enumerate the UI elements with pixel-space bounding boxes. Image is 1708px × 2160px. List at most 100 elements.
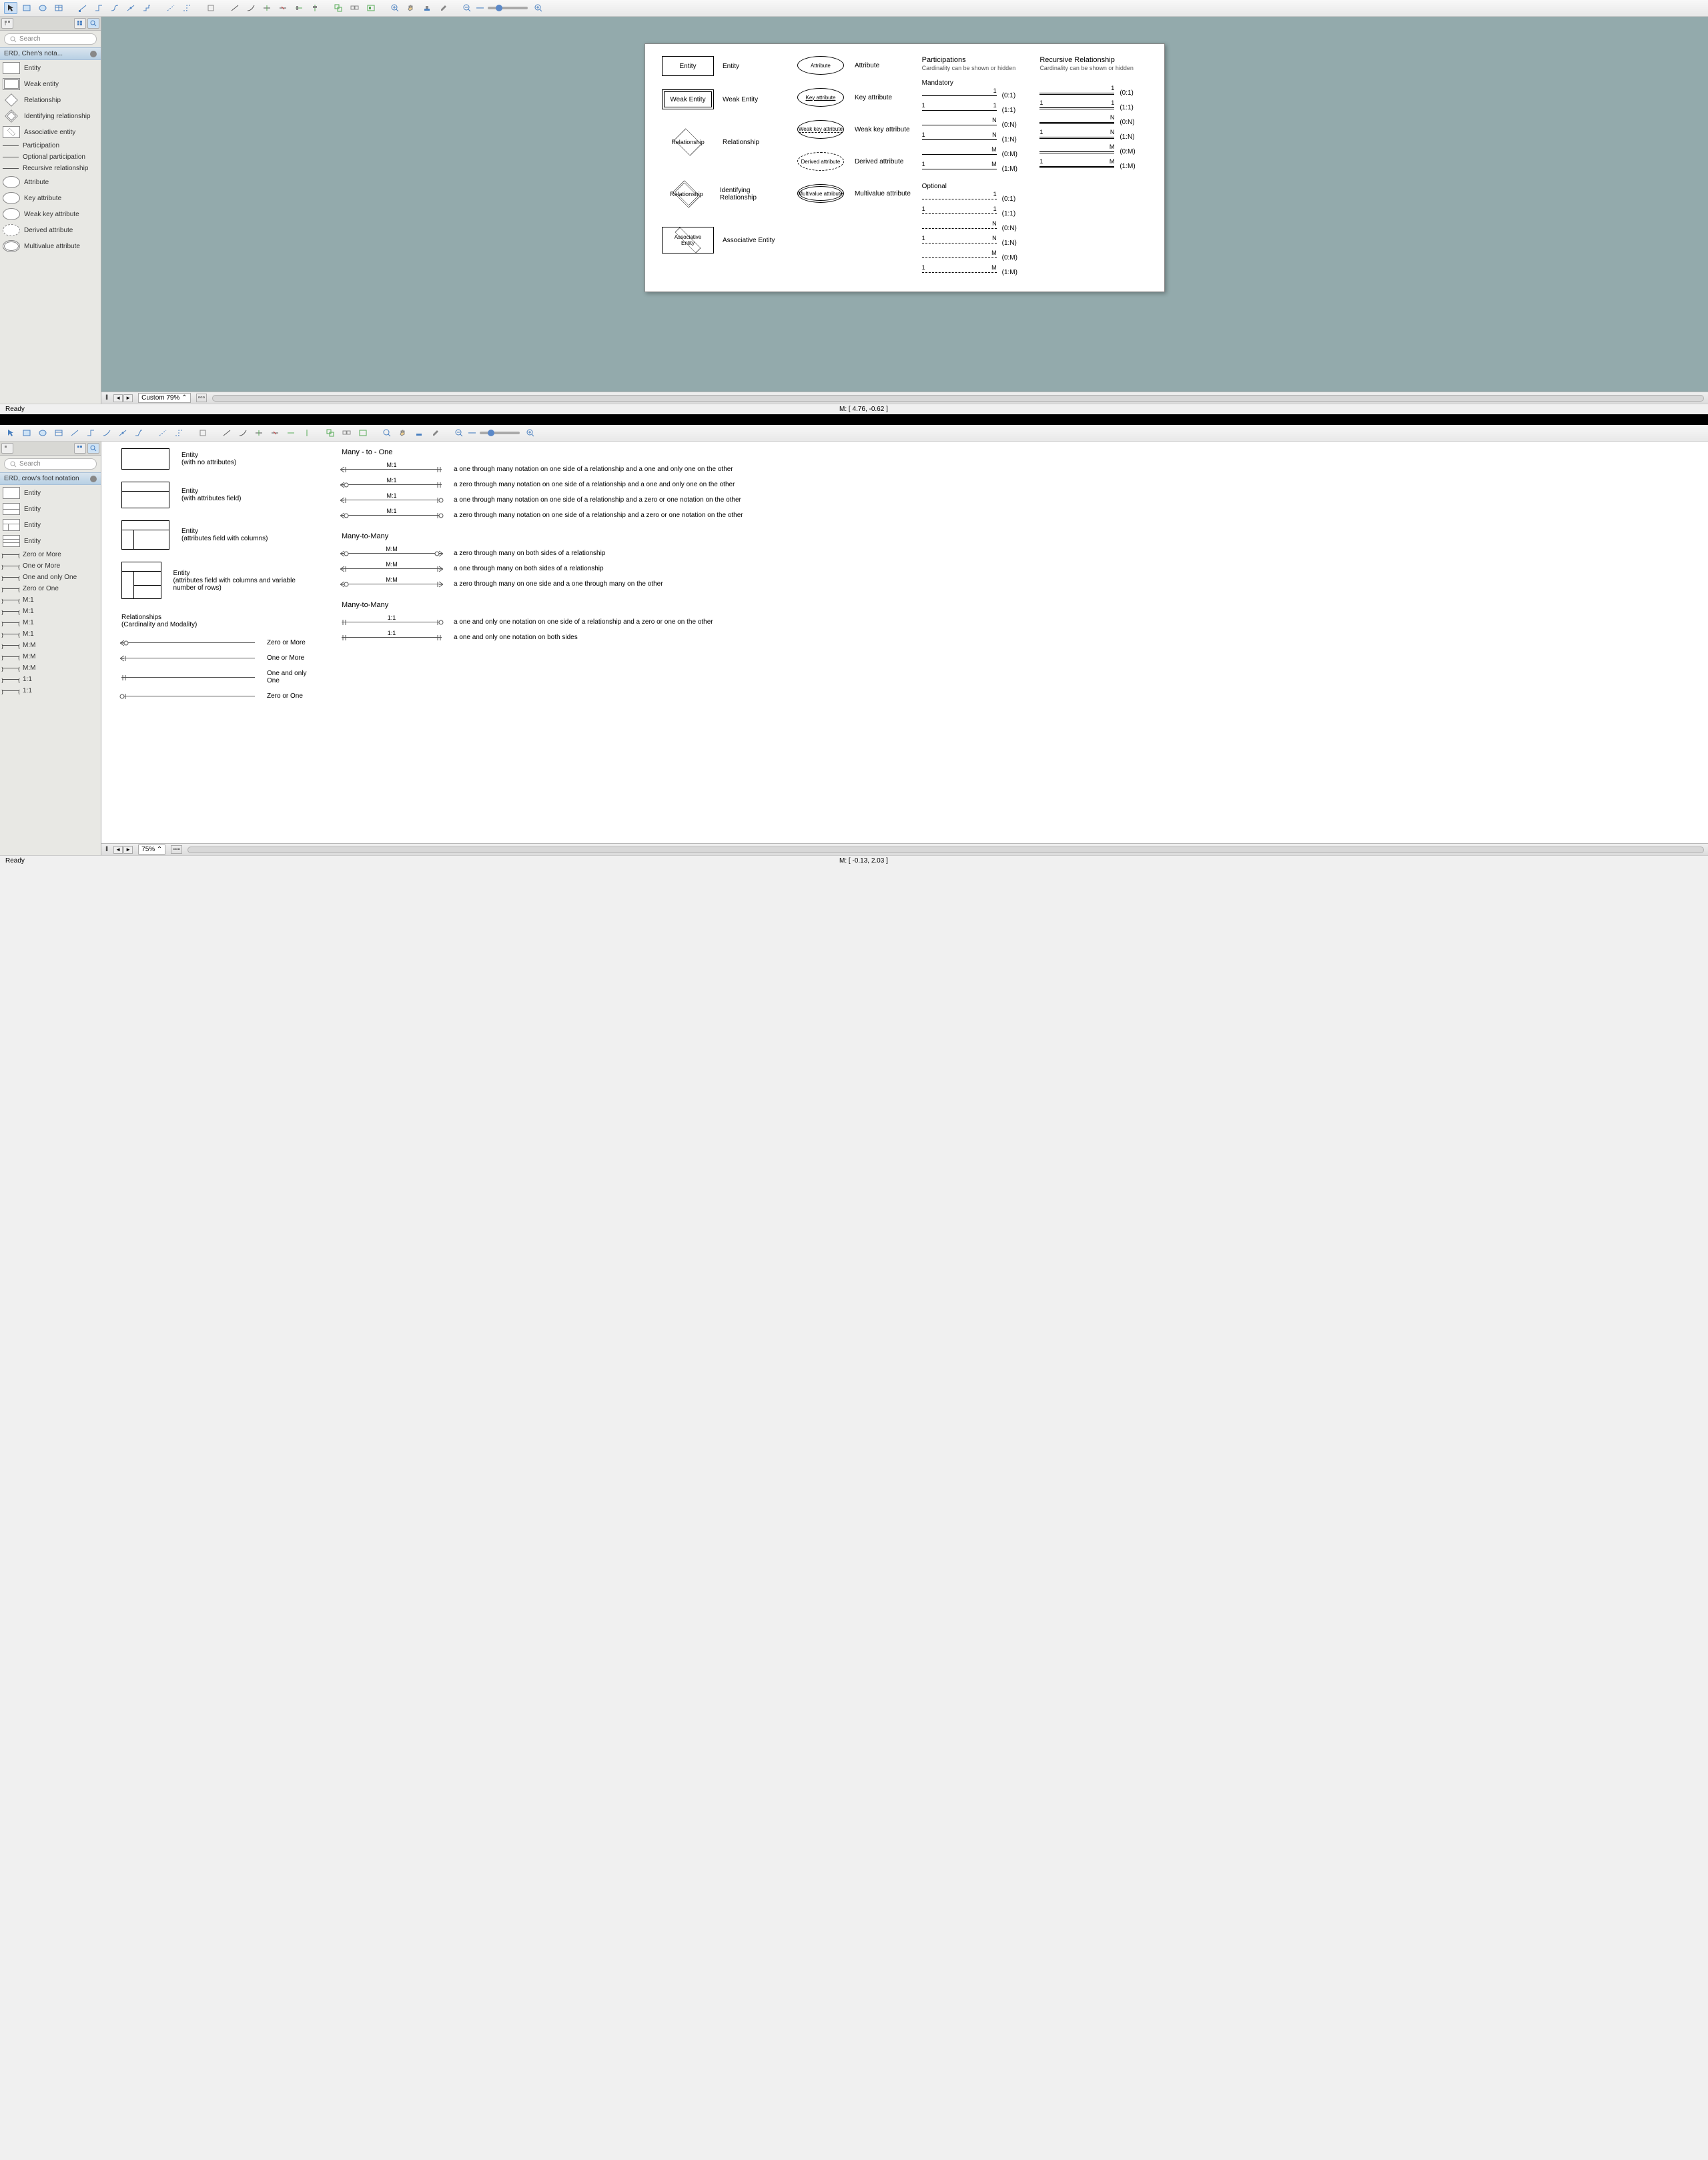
add-point-tool[interactable] bbox=[252, 427, 266, 439]
hand-tool[interactable] bbox=[396, 427, 410, 439]
line2-tool[interactable] bbox=[244, 2, 258, 14]
palette-item[interactable]: ⟩⟨M:1 bbox=[0, 628, 101, 640]
zoom-out-btn[interactable] bbox=[460, 2, 474, 14]
palette-item[interactable]: Entity bbox=[0, 485, 101, 501]
tree-view-tab[interactable] bbox=[1, 18, 13, 29]
search-tab[interactable] bbox=[87, 18, 99, 29]
align-h-tool[interactable] bbox=[292, 2, 306, 14]
add-point-tool[interactable] bbox=[260, 2, 274, 14]
connector6-tool[interactable] bbox=[156, 427, 169, 439]
palette-item[interactable]: ⟩⟨M:M bbox=[0, 640, 101, 651]
view-mode-toggles[interactable]: ▫▫▫ bbox=[171, 845, 182, 854]
connector3-tool[interactable] bbox=[100, 427, 113, 439]
palette-item[interactable]: Entity bbox=[0, 501, 101, 517]
palette-item[interactable]: Entity bbox=[0, 533, 101, 549]
align-h-tool[interactable] bbox=[284, 427, 298, 439]
ruler-toggle[interactable]: ‖ bbox=[105, 846, 108, 853]
palette-item[interactable]: ⟩⟨Zero or One bbox=[0, 583, 101, 594]
connector2-tool[interactable] bbox=[84, 427, 97, 439]
connector7-tool[interactable] bbox=[172, 427, 185, 439]
connector1-tool[interactable] bbox=[68, 427, 81, 439]
group2-tool[interactable] bbox=[340, 427, 354, 439]
palette-item[interactable]: ⟩⟨1:1 bbox=[0, 674, 101, 685]
palette-item[interactable]: Optional participation bbox=[0, 151, 101, 163]
table-tool[interactable] bbox=[52, 2, 65, 14]
search-input[interactable]: Search bbox=[4, 33, 97, 45]
connector7-tool[interactable] bbox=[180, 2, 193, 14]
zoom-in-tool[interactable] bbox=[380, 427, 394, 439]
palette-item[interactable]: Identifying relationship bbox=[0, 108, 101, 124]
line1-tool[interactable] bbox=[220, 427, 234, 439]
group3-tool[interactable] bbox=[364, 2, 378, 14]
palette-item[interactable]: Attribute bbox=[0, 174, 101, 190]
zoom-in-btn[interactable] bbox=[524, 427, 537, 439]
stamp-tool[interactable] bbox=[420, 2, 434, 14]
palette-item[interactable]: Weak key attribute bbox=[0, 206, 101, 222]
align-v-tool[interactable] bbox=[300, 427, 314, 439]
collapse-icon[interactable] bbox=[90, 476, 97, 482]
page-prev[interactable]: ◄ bbox=[113, 846, 123, 854]
group3-tool[interactable] bbox=[356, 427, 370, 439]
h-scrollbar[interactable] bbox=[212, 395, 1704, 402]
zoom-select[interactable]: 75% ⌃ bbox=[138, 845, 165, 855]
del-point-tool[interactable] bbox=[268, 427, 282, 439]
stamp-tool[interactable] bbox=[412, 427, 426, 439]
palette-item[interactable]: ⟩⟨One and only One bbox=[0, 572, 101, 583]
zoom-slider[interactable] bbox=[480, 432, 520, 434]
palette-item[interactable]: Entity bbox=[0, 60, 101, 76]
line2-tool[interactable] bbox=[236, 427, 250, 439]
palette-item[interactable]: ⟩⟨M:M bbox=[0, 651, 101, 662]
palette-item[interactable]: Relationship bbox=[0, 92, 101, 108]
table-tool[interactable] bbox=[52, 427, 65, 439]
pointer-tool[interactable] bbox=[4, 2, 17, 14]
ellipse-tool[interactable] bbox=[36, 427, 49, 439]
palette-item[interactable]: Associative entity bbox=[0, 124, 101, 140]
group1-tool[interactable] bbox=[324, 427, 338, 439]
palette-header[interactable]: ERD, Chen's nota... bbox=[0, 47, 101, 60]
palette-item[interactable]: ⟩⟨1:1 bbox=[0, 685, 101, 696]
hand-tool[interactable] bbox=[404, 2, 418, 14]
connector6-tool[interactable] bbox=[164, 2, 177, 14]
grid-view-tab[interactable] bbox=[74, 18, 86, 29]
ellipse-tool[interactable] bbox=[36, 2, 49, 14]
pointer-tool[interactable] bbox=[4, 427, 17, 439]
ruler-toggle[interactable]: ‖ bbox=[105, 394, 108, 402]
collapse-icon[interactable] bbox=[90, 51, 97, 57]
canvas-area[interactable]: EntityEntityWeak EntityWeak EntityRelati… bbox=[101, 17, 1708, 404]
export-tool[interactable] bbox=[204, 2, 218, 14]
zoom-in-tool[interactable] bbox=[388, 2, 402, 14]
palette-item[interactable]: Multivalue attribute bbox=[0, 238, 101, 254]
palette-header[interactable]: ERD, crow's foot notation bbox=[0, 472, 101, 485]
group1-tool[interactable] bbox=[332, 2, 346, 14]
zoom-slider[interactable] bbox=[488, 7, 528, 9]
eyedrop-tool[interactable] bbox=[436, 2, 450, 14]
palette-item[interactable]: Weak entity bbox=[0, 76, 101, 92]
connector4-tool[interactable] bbox=[116, 427, 129, 439]
search-input[interactable]: Search bbox=[4, 458, 97, 470]
page-next[interactable]: ► bbox=[123, 846, 133, 854]
canvas-area-2[interactable]: Entity(with no attributes)Entity(with at… bbox=[101, 442, 1708, 855]
export-tool[interactable] bbox=[196, 427, 209, 439]
palette-item[interactable]: ⟩⟨One or More bbox=[0, 560, 101, 572]
connector2-tool[interactable] bbox=[92, 2, 105, 14]
grid-view-tab[interactable] bbox=[74, 443, 86, 454]
view-mode-toggles[interactable]: ▫▫▫ bbox=[196, 394, 207, 402]
page-next[interactable]: ► bbox=[123, 394, 133, 402]
rect-tool[interactable] bbox=[20, 2, 33, 14]
connector1-tool[interactable] bbox=[76, 2, 89, 14]
palette-item[interactable]: Key attribute bbox=[0, 190, 101, 206]
palette-item[interactable]: ⟩⟨M:1 bbox=[0, 594, 101, 606]
palette-item[interactable]: ⟩⟨M:1 bbox=[0, 606, 101, 617]
zoom-in-btn[interactable] bbox=[532, 2, 545, 14]
rect-tool[interactable] bbox=[20, 427, 33, 439]
tree-view-tab[interactable] bbox=[1, 443, 13, 454]
palette-item[interactable]: ⟩⟨M:1 bbox=[0, 617, 101, 628]
zoom-select[interactable]: Custom 79% ⌃ bbox=[138, 393, 190, 403]
connector5-tool[interactable] bbox=[132, 427, 145, 439]
palette-item[interactable]: Participation bbox=[0, 140, 101, 151]
eyedrop-tool[interactable] bbox=[428, 427, 442, 439]
palette-item[interactable]: Derived attribute bbox=[0, 222, 101, 238]
palette-item[interactable]: Entity bbox=[0, 517, 101, 533]
zoom-out-btn[interactable] bbox=[452, 427, 466, 439]
line1-tool[interactable] bbox=[228, 2, 242, 14]
